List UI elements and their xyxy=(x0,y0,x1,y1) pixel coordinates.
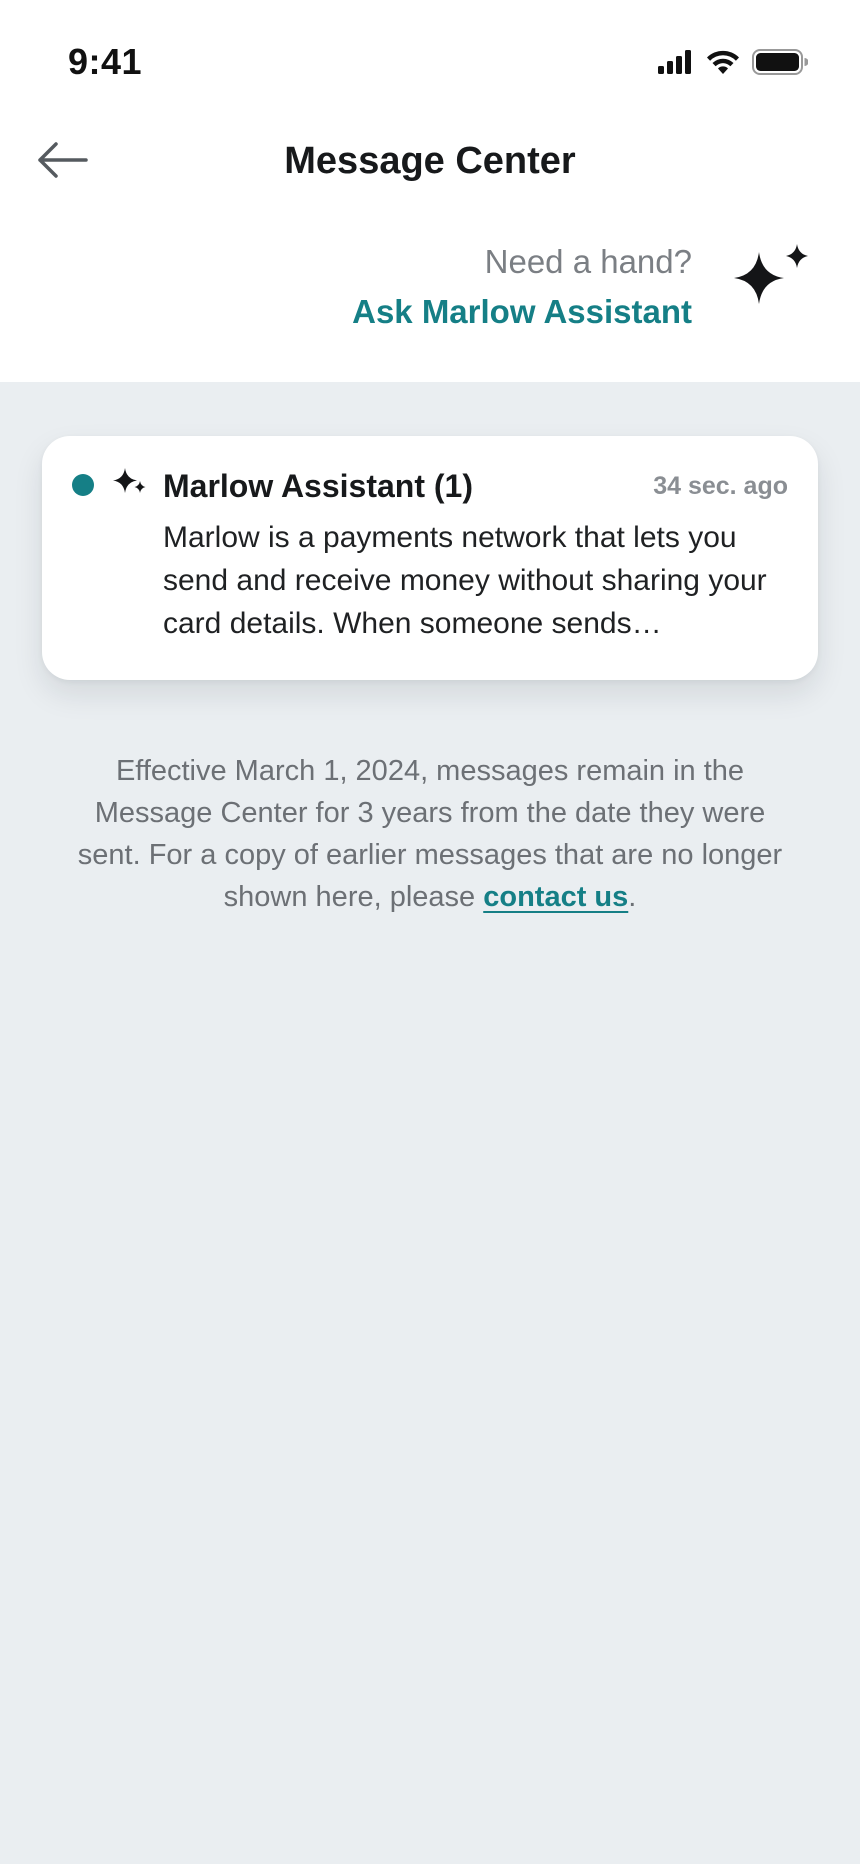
retention-notice-suffix: . xyxy=(628,881,637,913)
sparkle-icon xyxy=(726,240,818,317)
retention-notice-text: Effective March 1, 2024, messages remain… xyxy=(77,755,783,913)
ask-assistant-link[interactable]: Ask Marlow Assistant xyxy=(352,286,692,338)
help-prompt-text: Need a hand? xyxy=(484,243,692,280)
message-preview: Marlow is a payments network that lets y… xyxy=(163,521,767,640)
message-sender: Marlow Assistant (1) xyxy=(163,468,473,504)
help-prompt-block: Need a hand? Ask Marlow Assistant xyxy=(352,238,692,338)
retention-notice: Effective March 1, 2024, messages remain… xyxy=(60,750,800,918)
battery-icon xyxy=(752,49,808,75)
header-area: 9:41 Message Center Need a hand? Ask Mar… xyxy=(0,0,860,382)
status-time: 9:41 xyxy=(68,41,143,82)
cellular-signal-icon xyxy=(658,50,694,74)
wifi-icon xyxy=(706,50,740,75)
sparkle-icon xyxy=(112,466,148,503)
status-icons xyxy=(658,46,808,78)
page-title: Message Center xyxy=(284,140,576,182)
contact-us-link[interactable]: contact us xyxy=(483,881,628,913)
message-card[interactable]: Marlow Assistant (1) 34 sec. ago Marlow … xyxy=(42,436,818,680)
message-timestamp: 34 sec. ago xyxy=(653,472,788,500)
unread-indicator xyxy=(72,474,94,496)
